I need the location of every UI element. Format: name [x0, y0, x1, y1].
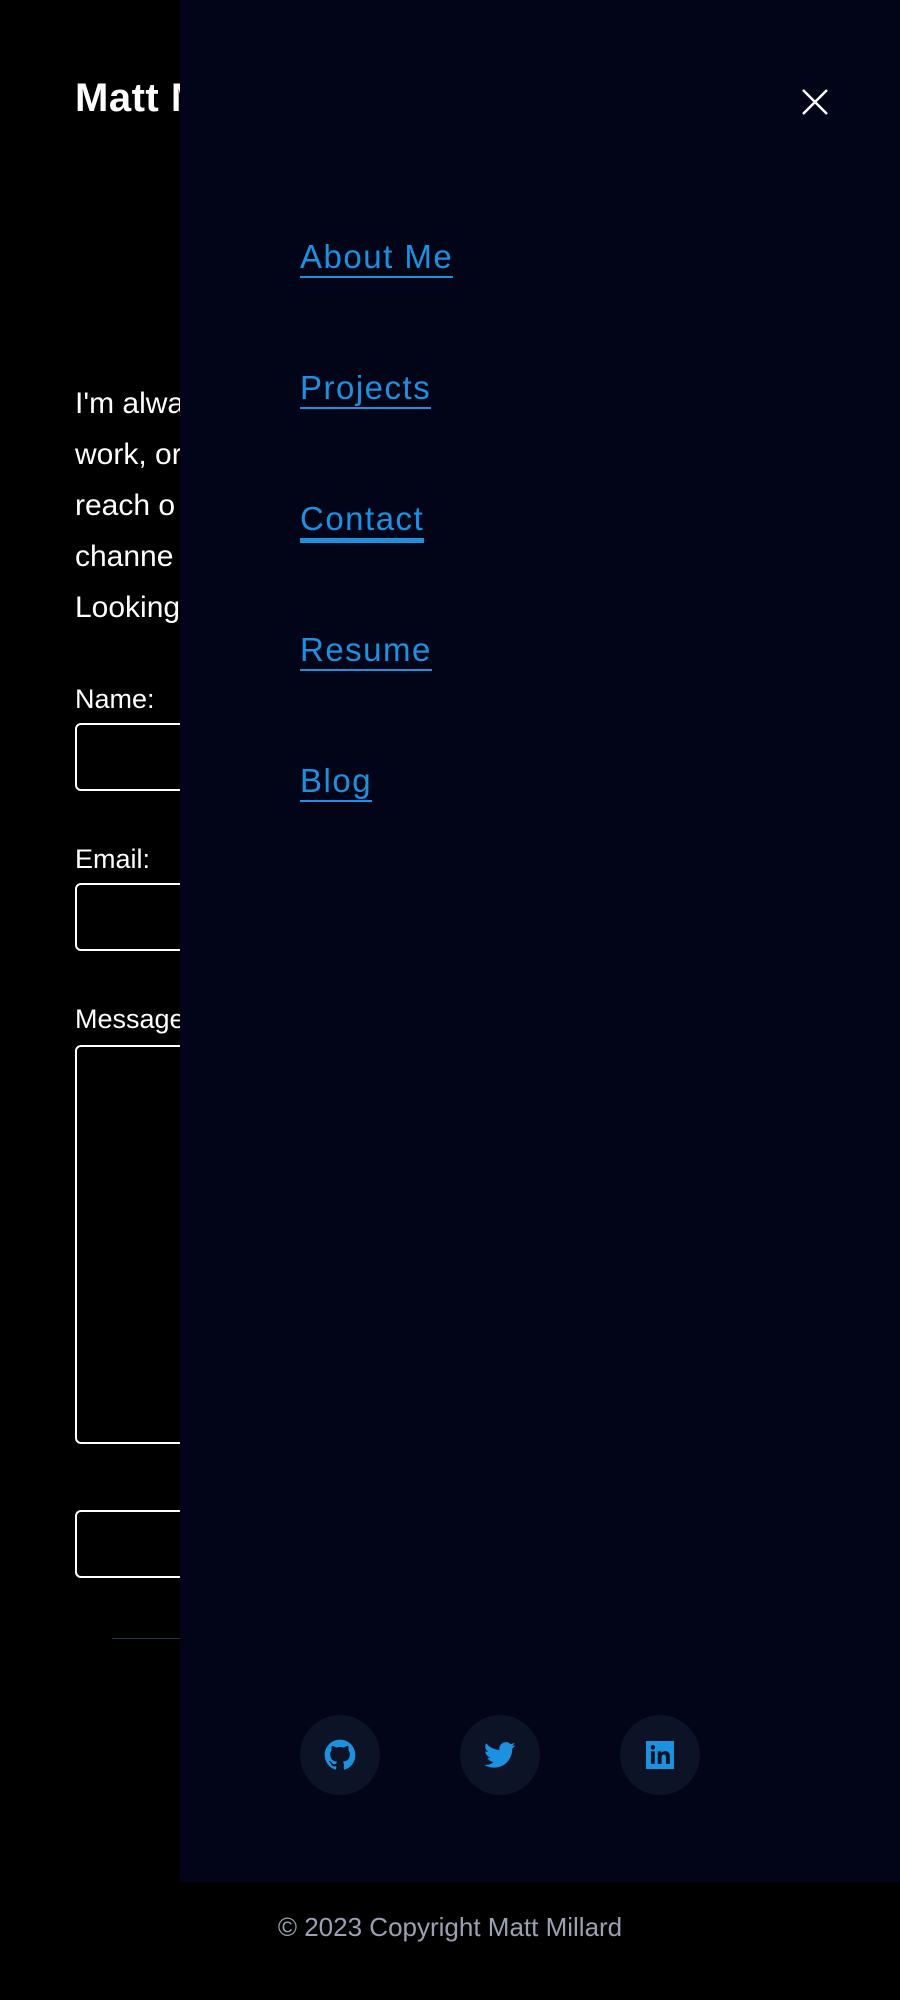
- nav-link-projects[interactable]: Projects: [300, 369, 432, 409]
- footer-copyright: © 2023 Copyright Matt Millard: [277, 1912, 623, 1942]
- nav-link-contact[interactable]: Contact: [300, 500, 425, 543]
- linkedin-icon: [646, 1741, 674, 1769]
- github-icon: [324, 1739, 356, 1770]
- page: Matt Millard I'm always work, or reach o…: [0, 0, 900, 2000]
- linkedin-button[interactable]: [620, 1715, 700, 1795]
- github-button[interactable]: [300, 1715, 380, 1795]
- name-label: Name:: [75, 684, 155, 714]
- nav-link-blog[interactable]: Blog: [300, 762, 373, 802]
- close-icon: [802, 89, 828, 115]
- nav-link-about-me[interactable]: About Me: [300, 238, 454, 278]
- nav-link-resume[interactable]: Resume: [300, 631, 432, 671]
- nav-drawer: About Me Projects Contact Resume Blog: [180, 0, 900, 1882]
- twitter-icon: [484, 1742, 516, 1768]
- message-label: Message:: [75, 1004, 193, 1034]
- email-label: Email:: [75, 844, 151, 874]
- twitter-button[interactable]: [460, 1715, 540, 1795]
- close-button[interactable]: [795, 82, 835, 122]
